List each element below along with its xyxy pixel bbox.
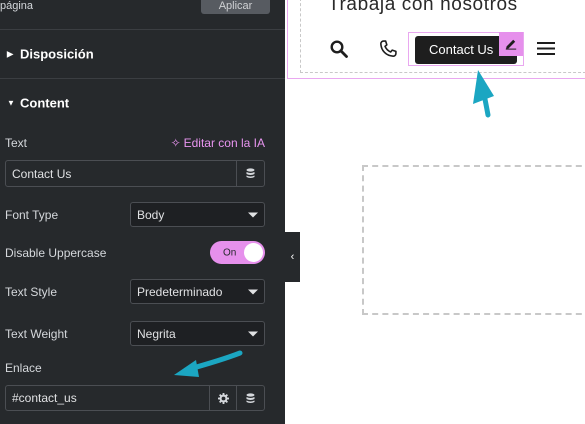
chevron-down-icon <box>248 212 258 217</box>
chevron-down-icon <box>248 331 258 336</box>
collapse-panel-button[interactable]: ‹ <box>285 232 300 282</box>
font-type-label: Font Type <box>5 208 59 222</box>
text-input-value: Contact Us <box>12 166 72 181</box>
text-weight-label: Text Weight <box>5 327 68 341</box>
gear-icon <box>218 392 229 404</box>
panel-top-row: página Aplicar <box>0 0 285 20</box>
phone-icon[interactable] <box>378 39 398 64</box>
sparkle-icon: ✧ <box>170 136 181 150</box>
font-type-select[interactable]: Body <box>130 202 265 227</box>
link-input[interactable]: #contact_us <box>5 385 265 411</box>
link-dynamic-tags-button[interactable] <box>236 386 264 410</box>
page-label: página <box>0 0 34 12</box>
section-layout-title: Disposición <box>20 46 94 62</box>
hamburger-menu-icon[interactable] <box>537 42 555 60</box>
edit-with-ai-link[interactable]: ✧ Editar con la IA <box>171 136 265 150</box>
link-input-value: #contact_us <box>12 391 77 405</box>
chevron-right-icon: ▶ <box>7 49 14 59</box>
disable-uppercase-toggle[interactable]: On <box>210 241 265 264</box>
toggle-knob <box>244 243 263 262</box>
toggle-state: On <box>223 247 237 258</box>
text-style-select[interactable]: Predeterminado <box>130 279 265 304</box>
apply-button[interactable]: Aplicar <box>201 0 270 14</box>
chevron-left-icon: ‹ <box>290 251 295 263</box>
career-link[interactable]: Trabaja con nosotros <box>328 0 518 16</box>
section-content-title: Content <box>20 95 70 111</box>
disable-uppercase-label: Disable Uppercase <box>5 246 107 260</box>
link-options-button[interactable] <box>209 386 237 410</box>
text-weight-select[interactable]: Negrita <box>130 321 265 346</box>
search-icon[interactable] <box>330 40 348 63</box>
text-label: Text <box>5 136 28 150</box>
link-label: Enlace <box>5 361 42 375</box>
editor-panel: página Aplicar ▶ Disposición ▼ Content T… <box>0 0 285 424</box>
section-content[interactable]: ▼ Content <box>0 78 285 128</box>
text-weight-value: Negrita <box>137 326 176 341</box>
font-type-value: Body <box>137 207 165 222</box>
chevron-down-icon: ▼ <box>7 98 15 108</box>
empty-section-placeholder <box>362 165 585 315</box>
edit-with-ai-label: Editar con la IA <box>183 136 265 150</box>
text-input[interactable]: Contact Us <box>5 160 265 187</box>
dynamic-tags-button[interactable] <box>236 161 264 186</box>
pencil-icon <box>505 39 517 50</box>
chevron-down-icon <box>248 289 258 294</box>
section-layout[interactable]: ▶ Disposición <box>0 29 285 79</box>
text-style-value: Predeterminado <box>137 284 223 299</box>
database-icon <box>246 168 255 178</box>
text-style-label: Text Style <box>5 285 58 299</box>
annotation-arrow-contact <box>479 81 491 118</box>
database-icon <box>246 392 255 403</box>
edit-widget-button[interactable] <box>499 32 523 56</box>
